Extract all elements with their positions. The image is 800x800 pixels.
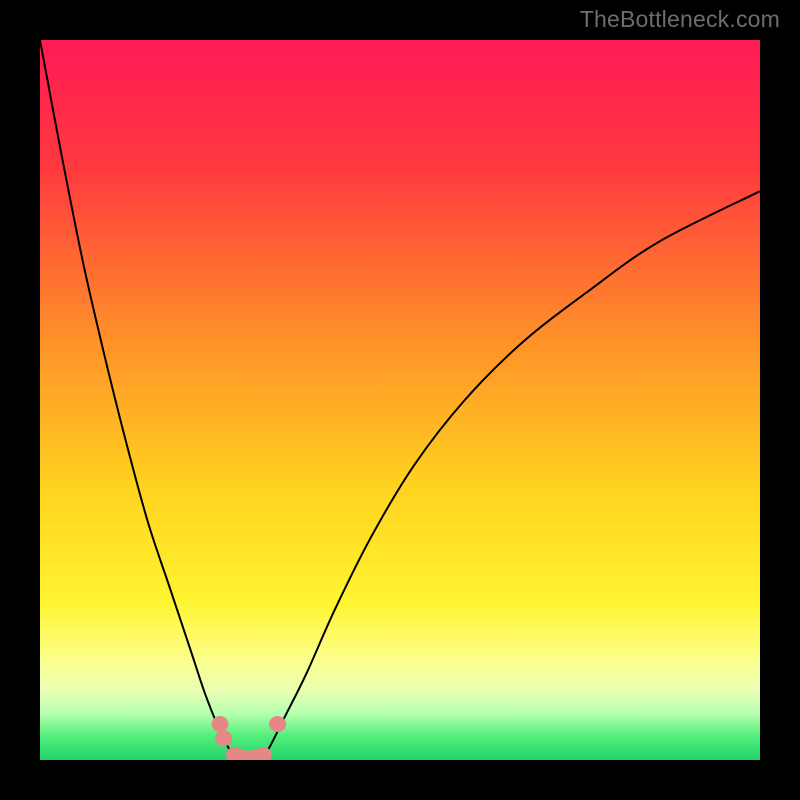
gradient-background — [40, 40, 760, 760]
chart-frame: TheBottleneck.com — [0, 0, 800, 800]
plot-area — [40, 40, 760, 760]
marker-left-upper — [212, 716, 229, 732]
watermark-label: TheBottleneck.com — [580, 6, 780, 33]
bottleneck-chart — [40, 40, 760, 760]
marker-left-lower — [215, 730, 232, 746]
marker-right — [269, 716, 286, 732]
